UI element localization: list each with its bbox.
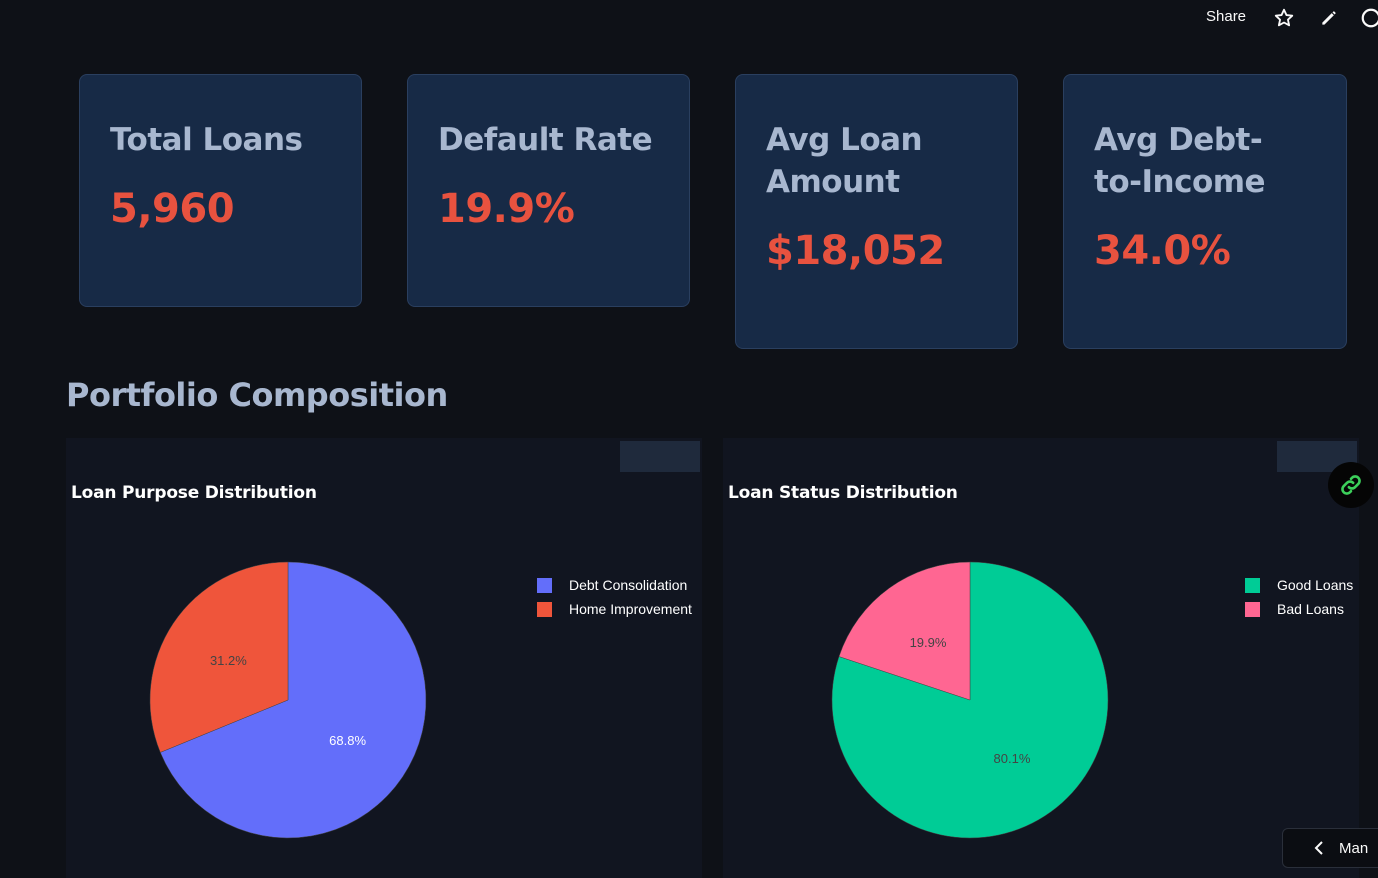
kpi-card-avg-loan-amount: Avg Loan Amount $18,052: [735, 74, 1018, 349]
chart-legend: Good Loans Bad Loans: [1245, 573, 1353, 621]
share-button[interactable]: Share: [1206, 8, 1246, 25]
kpi-card-default-rate: Default Rate 19.9%: [407, 74, 690, 307]
pie-chart-loan-purpose[interactable]: 68.8% 31.2%: [66, 438, 702, 878]
pie-slice-label: 80.1%: [994, 751, 1031, 766]
legend-label: Bad Loans: [1277, 601, 1344, 617]
kpi-card-total-loans: Total Loans 5,960: [79, 74, 362, 307]
pie-slice-label: 31.2%: [210, 653, 247, 668]
legend-label: Debt Consolidation: [569, 577, 688, 593]
kpi-value: 19.9%: [438, 186, 575, 232]
chart-panel-loan-status: Loan Status Distribution 80.1% 19.9% Good…: [723, 438, 1359, 878]
chart-panel-loan-purpose: Loan Purpose Distribution 68.8% 31.2% Deb…: [66, 438, 702, 878]
link-icon: [1341, 475, 1361, 495]
kpi-value: 5,960: [110, 186, 235, 232]
kpi-value: 34.0%: [1094, 228, 1231, 274]
manage-app-label: Man: [1339, 839, 1369, 857]
kpi-value: $18,052: [766, 228, 945, 274]
chart-legend: Debt Consolidation Home Improvement: [537, 573, 692, 621]
kpi-label: Avg Debt-to-Income: [1094, 122, 1266, 200]
legend-swatch: [1245, 577, 1260, 593]
star-icon[interactable]: [1273, 7, 1295, 29]
legend-label: Home Improvement: [569, 601, 692, 617]
legend-item-debt-consolidation[interactable]: Debt Consolidation: [537, 573, 692, 597]
pencil-icon[interactable]: [1318, 7, 1340, 29]
chevron-left-icon: [1314, 841, 1323, 855]
kpi-label: Default Rate: [438, 122, 653, 158]
legend-item-good-loans[interactable]: Good Loans: [1245, 573, 1353, 597]
legend-item-bad-loans[interactable]: Bad Loans: [1245, 597, 1353, 621]
kpi-label: Total Loans: [110, 122, 303, 158]
legend-swatch: [537, 577, 552, 593]
pie-chart-loan-status[interactable]: 80.1% 19.9%: [723, 438, 1359, 878]
link-button[interactable]: [1328, 462, 1374, 508]
section-title: Portfolio Composition: [66, 376, 448, 414]
legend-swatch: [1245, 601, 1260, 617]
pie-slice-label: 68.8%: [329, 733, 366, 748]
legend-swatch: [537, 601, 552, 617]
manage-app-button[interactable]: Man: [1282, 828, 1378, 868]
legend-item-home-improvement[interactable]: Home Improvement: [537, 597, 692, 621]
kpi-card-avg-debt-to-income: Avg Debt-to-Income 34.0%: [1063, 74, 1347, 349]
kpi-label: Avg Loan Amount: [766, 122, 923, 200]
pie-slice-label: 19.9%: [910, 635, 947, 650]
legend-label: Good Loans: [1277, 577, 1354, 593]
github-icon[interactable]: [1360, 7, 1378, 29]
